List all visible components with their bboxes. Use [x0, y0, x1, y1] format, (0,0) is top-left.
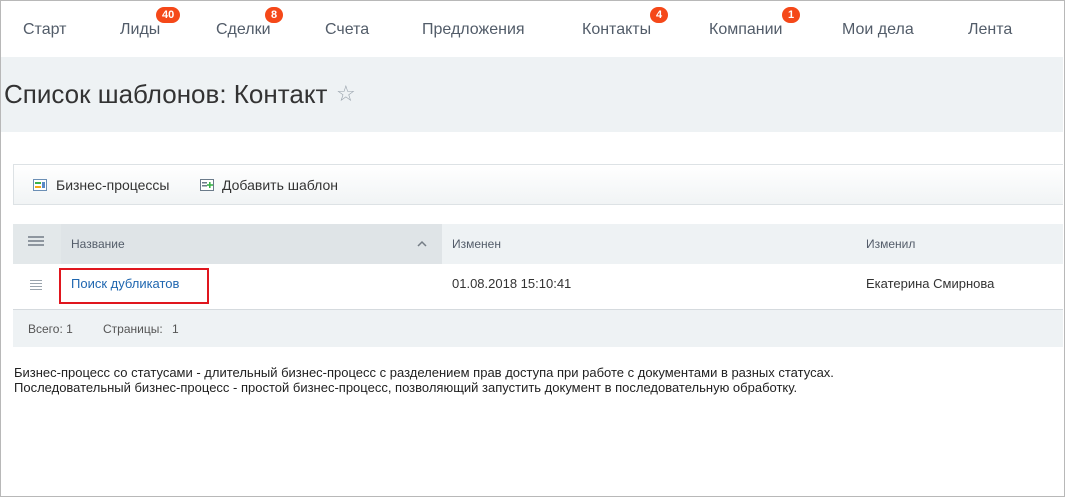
column-header-modified-by[interactable]: Изменил [866, 237, 915, 251]
sort-ascending-icon [417, 240, 427, 247]
add-template-button[interactable]: Добавить шаблон [222, 177, 338, 193]
counter-badge: 4 [650, 7, 669, 23]
toolbar: Бизнес-процессы Добавить шаблон [13, 164, 1063, 205]
table-row: Поиск дубликатов 01.08.2018 15:10:41 Ека… [13, 264, 1063, 310]
nav-item-deals[interactable]: Сделки 8 [216, 7, 284, 39]
page-header: Список шаблонов: Контакт ☆ [1, 57, 1063, 132]
nav-item-quotes[interactable]: Предложения [422, 21, 525, 39]
nav-item-contacts[interactable]: Контакты 4 [582, 7, 669, 39]
business-processes-button[interactable]: Бизнес-процессы [56, 177, 169, 193]
nav-item-label: Компании [709, 21, 783, 38]
nav-item-label: Мои дела [842, 21, 914, 38]
row-actions-icon[interactable] [30, 280, 42, 292]
nav-item-label: Лиды [120, 21, 161, 38]
nav-item-my-tasks[interactable]: Мои дела [842, 21, 914, 39]
description-text: Бизнес-процесс со статусами - длительный… [14, 365, 834, 395]
counter-badge: 8 [265, 7, 284, 23]
counter-badge: 1 [782, 7, 801, 23]
nav-item-label: Предложения [422, 21, 525, 38]
grid-footer: Всего: 1 Страницы: 1 [13, 310, 1063, 347]
star-icon[interactable]: ☆ [336, 81, 356, 107]
nav-item-invoices[interactable]: Счета [325, 21, 369, 39]
grid-settings-cell[interactable] [13, 224, 61, 264]
description-line: Бизнес-процесс со статусами - длительный… [14, 365, 834, 380]
column-header-modified[interactable]: Изменен [452, 237, 501, 251]
column-header-name[interactable]: Название [61, 224, 442, 264]
nav-item-companies[interactable]: Компании 1 [709, 7, 801, 39]
page-title: Список шаблонов: Контакт [4, 79, 328, 109]
nav-item-leads[interactable]: Лиды 40 [120, 7, 181, 39]
nav-item-label: Контакты [582, 21, 652, 38]
modified-date: 01.08.2018 15:10:41 [452, 276, 572, 291]
business-process-icon [33, 179, 47, 191]
top-nav: Старт Лиды 40 Сделки 8 Счета Предложения… [1, 1, 1063, 57]
page-number[interactable]: 1 [172, 322, 179, 336]
nav-item-label: Старт [23, 21, 67, 38]
nav-item-label: Лента [968, 21, 1013, 38]
grid-header: Название Изменен Изменил [13, 224, 1063, 264]
description-line: Последовательный бизнес-процесс - просто… [14, 380, 798, 395]
modified-by: Екатерина Смирнова [866, 276, 995, 291]
pages-label: Страницы: [103, 322, 163, 336]
total-count: Всего: 1 [28, 322, 73, 336]
highlight-box [59, 268, 209, 304]
column-label: Название [71, 237, 125, 251]
add-template-icon [200, 179, 214, 191]
grid-menu-icon [28, 236, 44, 248]
nav-item-label: Сделки [216, 21, 271, 38]
nav-item-start[interactable]: Старт [23, 21, 66, 39]
nav-item-feed[interactable]: Лента [968, 21, 1012, 39]
nav-item-label: Счета [325, 21, 370, 38]
counter-badge: 40 [156, 7, 181, 23]
